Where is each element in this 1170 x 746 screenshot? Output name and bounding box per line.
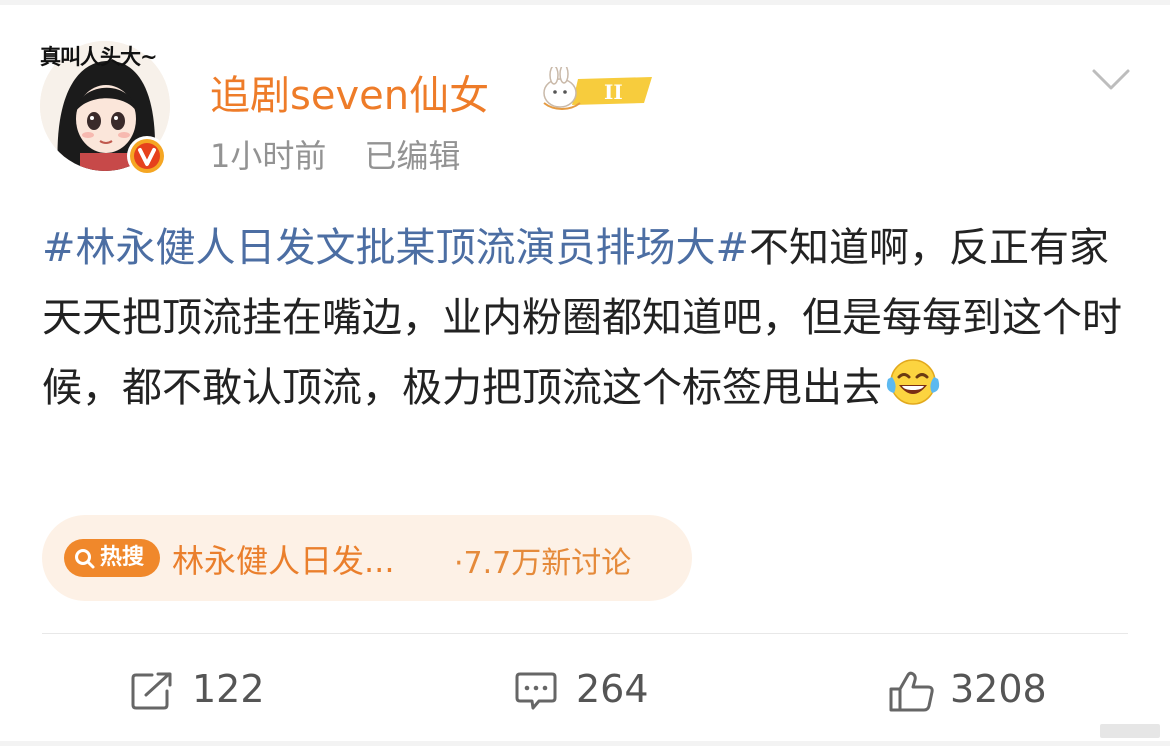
repost-icon — [131, 672, 172, 710]
watermark — [1100, 722, 1162, 740]
comment-count: 264 — [576, 667, 649, 711]
laughing-crying-emoji-icon — [886, 357, 940, 429]
hot-search-card[interactable]: 热搜 林永健人日发... ·7.7万新讨论 — [42, 515, 692, 601]
fan-level-badge[interactable]: II — [540, 64, 656, 113]
verified-v-icon — [126, 135, 168, 177]
search-icon — [75, 549, 95, 569]
hot-search-tag-label: 热搜 — [100, 545, 145, 570]
rabbit-level-icon: II — [543, 64, 652, 110]
edited-label[interactable]: 已编辑 — [364, 137, 460, 175]
avatar[interactable]: 真叫人头大~ — [40, 41, 172, 181]
username[interactable]: 追剧seven仙女 — [210, 63, 489, 121]
thumbs-up-icon — [889, 671, 934, 712]
repost-button[interactable]: 122 — [130, 665, 280, 715]
comment-button[interactable]: 264 — [514, 665, 664, 715]
like-button[interactable]: 3208 — [888, 665, 1068, 715]
post-card: 真叫人头大~ 追剧seven仙女 II 1小时前 已编辑 #林永健人日发文批某顶… — [0, 5, 1170, 741]
repost-count: 122 — [192, 667, 265, 711]
hot-search-count: ·7.7万新讨论 — [454, 546, 632, 581]
hot-search-title: 林永健人日发... — [172, 542, 395, 580]
chevron-down-icon[interactable] — [1090, 67, 1132, 93]
post-meta: 1小时前 已编辑 — [210, 131, 460, 177]
comment-icon — [515, 672, 557, 710]
level-label: II — [604, 80, 623, 104]
avatar-caption: 真叫人头大~ — [40, 44, 158, 69]
post-time: 1小时前 — [210, 137, 327, 175]
hot-search-tag: 热搜 — [64, 539, 160, 577]
divider — [42, 633, 1128, 634]
like-count: 3208 — [950, 667, 1047, 711]
hashtag-link[interactable]: #林永健人日发文批某顶流演员排场大# — [42, 225, 749, 271]
post-text: #林永健人日发文批某顶流演员排场大#不知道啊，反正有家天天把顶流挂在嘴边，业内粉… — [42, 213, 1132, 429]
